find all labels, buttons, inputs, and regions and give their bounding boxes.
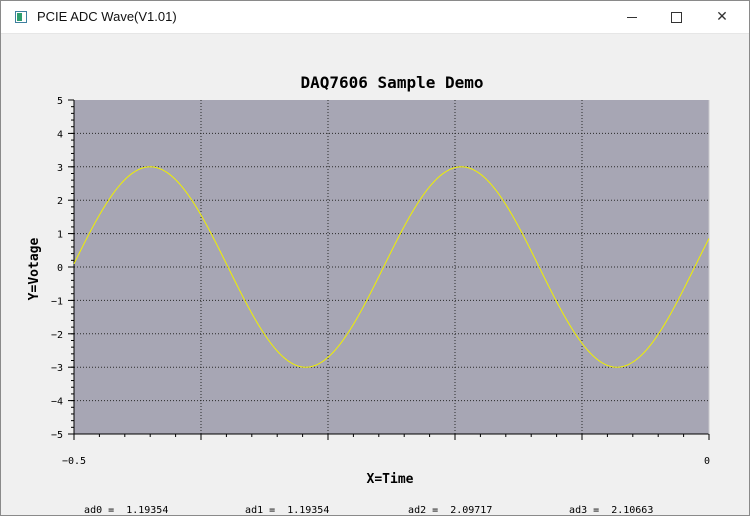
minimize-icon [627,16,637,18]
y-tick-label: −3 [51,363,63,374]
x-axis-label: X=Time [367,472,414,487]
readout-label: ad2 = [408,505,439,516]
y-tick-labels: 5 4 3 2 1 0 −1 −2 −3 −4 −5 [51,96,63,441]
readout-label: ad3 = [569,505,600,516]
x-tick-label: 0 [704,456,710,467]
readout-ad0: ad0 = 1.19354 [72,494,168,516]
readout-label: ad0 = [84,505,115,516]
y-tick-label: 4 [57,129,63,140]
readout-ad2: ad2 = 2.09717 [396,494,492,516]
readout-value: 1.19354 [287,505,330,516]
y-tick-label: −5 [51,430,63,441]
title-bar[interactable]: PCIE ADC Wave(V1.01) ✕ [1,1,749,34]
app-icon [15,11,27,23]
minimize-button[interactable] [609,1,655,33]
chart-title: DAQ7606 Sample Demo [300,73,483,92]
close-icon: ✕ [716,9,728,25]
y-tick-label: −4 [51,397,63,408]
y-tick-label: 2 [57,196,63,207]
y-tick-label: −1 [51,296,63,307]
y-tick-label: 0 [57,263,63,274]
readout-value: 2.10663 [611,505,654,516]
y-tick-label: 3 [57,163,63,174]
readout-ad3: ad3 = 2.10663 [557,494,653,516]
y-tick-label: 1 [57,230,63,241]
window-title: PCIE ADC Wave(V1.01) [37,9,177,24]
readout-label: ad1 = [245,505,276,516]
readout-value: 2.09717 [450,505,493,516]
x-tick-labels: −0.5 0 [62,456,710,467]
plot-area [74,100,709,434]
close-button[interactable]: ✕ [699,1,745,33]
y-tick-label: −2 [51,330,63,341]
maximize-icon [670,11,682,23]
y-tick-label: 5 [57,96,63,107]
readout-value: 1.19354 [126,505,169,516]
waveform-chart: DAQ7606 Sample Demo 5 4 3 2 1 0 −1 −2 −3 −4 −5 −0.… [27,73,710,487]
x-tick-label: −0.5 [62,456,86,467]
maximize-button[interactable] [653,1,699,33]
readout-ad1: ad1 = 1.19354 [233,494,329,516]
y-axis-label: Y=Votage [27,238,42,301]
